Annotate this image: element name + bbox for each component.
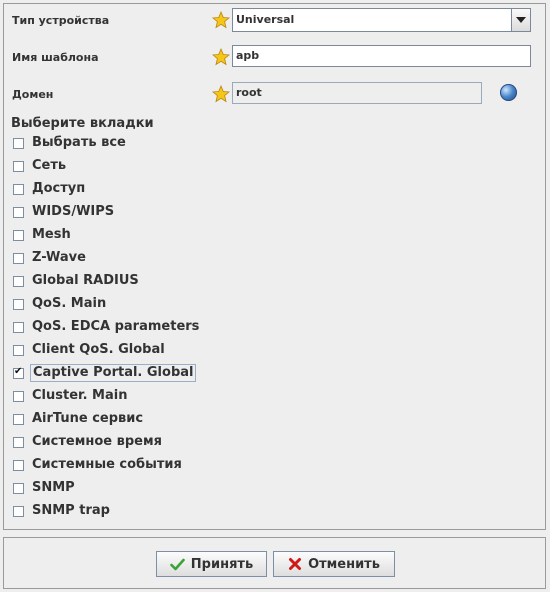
checkbox-label: QoS. Main <box>32 296 107 311</box>
checkbox-z-wave[interactable]: Z-Wave <box>13 249 88 267</box>
checkbox[interactable] <box>13 436 24 448</box>
checkbox-label: Сеть <box>32 158 67 173</box>
checkbox-client-qos-global[interactable]: Client QoS. Global <box>13 341 167 359</box>
checkbox-label: SNMP <box>32 480 75 495</box>
template-name-input[interactable]: apb <box>232 45 531 67</box>
device-type-value: Universal <box>236 13 295 26</box>
device-type-label: Тип устройства <box>12 14 110 27</box>
accept-button-label: Принять <box>190 556 254 572</box>
checkbox[interactable] <box>13 275 24 287</box>
checkbox[interactable] <box>13 344 24 356</box>
checkbox-label: Client QoS. Global <box>32 342 165 357</box>
checkbox-airtune[interactable]: AirTune сервис <box>13 410 145 428</box>
checkbox-label: Cluster. Main <box>32 388 128 403</box>
checkbox[interactable] <box>13 137 24 149</box>
checkbox-label: Системное время <box>32 434 162 449</box>
checkbox[interactable] <box>13 183 24 195</box>
checkbox-label: SNMP trap <box>32 503 110 518</box>
checkbox-snmp-trap[interactable]: SNMP trap <box>13 502 112 520</box>
checkbox-label: Z-Wave <box>32 250 86 265</box>
device-type-select[interactable]: Universal <box>232 8 531 32</box>
checkbox[interactable] <box>13 505 24 517</box>
checkbox-label: Captive Portal. Global <box>30 364 197 382</box>
chevron-down-icon[interactable] <box>511 9 530 31</box>
checkbox-qos-edca[interactable]: QoS. EDCA parameters <box>13 318 201 336</box>
checkbox-checked[interactable] <box>13 366 24 379</box>
domain-label: Домен <box>12 88 54 101</box>
checkbox-system-events[interactable]: Системные события <box>13 456 184 474</box>
checkbox[interactable] <box>13 160 24 172</box>
required-star-icon <box>212 85 230 103</box>
x-icon <box>289 558 302 570</box>
checkbox-label: Mesh <box>32 227 71 242</box>
checkbox-label: AirTune сервис <box>32 411 144 426</box>
globe-icon[interactable] <box>500 84 517 101</box>
checkbox-label: WIDS/WIPS <box>32 204 115 219</box>
checkbox[interactable] <box>13 413 24 425</box>
accept-button[interactable]: Принять <box>156 551 267 577</box>
checkbox[interactable] <box>13 321 24 333</box>
cancel-button-label: Отменить <box>308 556 380 572</box>
checkbox[interactable] <box>13 482 24 494</box>
template-name-label: Имя шаблона <box>12 51 99 64</box>
required-star-icon <box>212 48 230 66</box>
checkbox-mesh[interactable]: Mesh <box>13 226 73 244</box>
checkbox-snmp[interactable]: SNMP <box>13 479 77 497</box>
checkbox[interactable] <box>13 390 24 402</box>
checkbox-captive-portal-global[interactable]: Captive Portal. Global <box>13 364 197 382</box>
checkbox-access[interactable]: Доступ <box>13 180 87 198</box>
checkbox[interactable] <box>13 252 24 264</box>
required-star-icon <box>212 11 230 29</box>
checkbox-label: Global RADIUS <box>32 273 139 288</box>
cancel-button[interactable]: Отменить <box>273 551 395 577</box>
checkbox-label: Доступ <box>32 181 86 196</box>
checkbox-label: Системные события <box>32 457 182 472</box>
checkbox[interactable] <box>13 229 24 241</box>
checkbox-label: QoS. EDCA parameters <box>32 319 200 334</box>
checkbox-network[interactable]: Сеть <box>13 157 68 175</box>
checkbox-system-time[interactable]: Системное время <box>13 433 164 451</box>
checkbox-label: Выбрать все <box>32 135 126 150</box>
checkbox[interactable] <box>13 206 24 218</box>
checkbox-global-radius[interactable]: Global RADIUS <box>13 272 141 290</box>
select-tabs-title: Выберите вкладки <box>11 116 154 131</box>
checkbox[interactable] <box>13 298 24 310</box>
checkbox-qos-main[interactable]: QoS. Main <box>13 295 108 313</box>
checkbox-select-all[interactable]: Выбрать все <box>13 134 128 152</box>
checkbox-wids-wips[interactable]: WIDS/WIPS <box>13 203 116 221</box>
checkbox[interactable] <box>13 459 24 471</box>
domain-field: root <box>232 82 482 104</box>
checkbox-cluster-main[interactable]: Cluster. Main <box>13 387 129 405</box>
check-icon <box>169 558 185 570</box>
